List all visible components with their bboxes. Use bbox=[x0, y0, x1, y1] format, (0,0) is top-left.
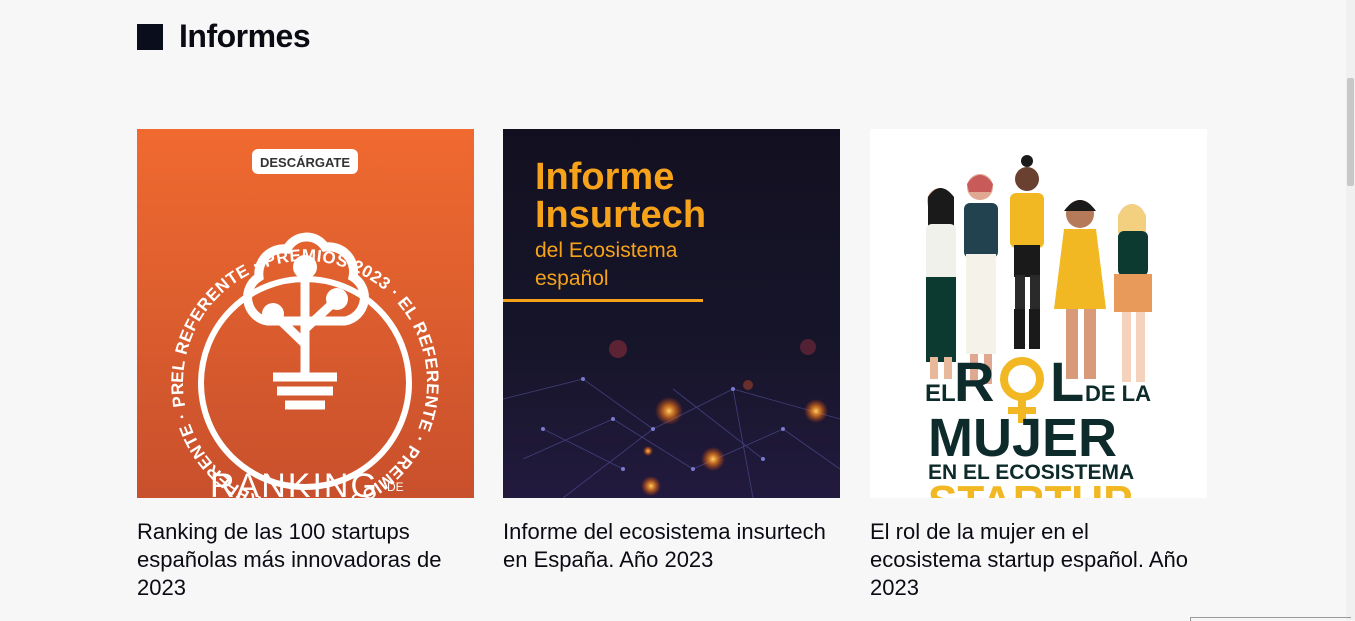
glow-light bbox=[701, 447, 725, 471]
cover-word-r: R bbox=[954, 350, 994, 413]
cover-word-el: EL bbox=[925, 380, 956, 407]
cover-subheading-1: del Ecosistema bbox=[535, 239, 678, 262]
cover-heading-insurtech: Insurtech bbox=[535, 194, 706, 236]
cover-subheading-2: español bbox=[535, 267, 609, 290]
insurtech-cover-image[interactable]: Informe Insurtech del Ecosistema español bbox=[503, 129, 840, 498]
glow-light bbox=[655, 397, 683, 425]
node-dot-left bbox=[262, 303, 284, 325]
node-dot-top bbox=[293, 255, 317, 279]
corner-frame bbox=[1190, 617, 1351, 621]
cover-heading-informe: Informe bbox=[535, 156, 674, 198]
report-card-mujer[interactable]: EL R L DE LA MUJER EN EL ECOSISTEMA STAR… bbox=[870, 129, 1207, 602]
ranking-cover-de: DE bbox=[387, 480, 404, 494]
ranking-cover-image[interactable]: DESCÁRGATE EL REFERENTE · PREMIOS 2023 ·… bbox=[137, 129, 474, 498]
card-title[interactable]: El rol de la mujer en el ecosistema star… bbox=[870, 518, 1205, 602]
vertical-scrollbar[interactable] bbox=[1346, 0, 1355, 620]
ranking-cover-word: RANKING bbox=[210, 467, 379, 498]
cover-accent-line bbox=[503, 299, 703, 302]
scrollbar-thumb[interactable] bbox=[1347, 78, 1354, 186]
download-badge-label: DESCÁRGATE bbox=[260, 155, 350, 170]
cover-word-startup: STARTUP bbox=[928, 477, 1133, 498]
glow-light bbox=[804, 399, 828, 423]
glow-light bbox=[643, 446, 653, 456]
card-title[interactable]: Informe del ecosistema insurtech en Espa… bbox=[503, 518, 838, 574]
report-card-insurtech[interactable]: Informe Insurtech del Ecosistema español… bbox=[503, 129, 840, 574]
report-card-ranking[interactable]: DESCÁRGATE EL REFERENTE · PREMIOS 2023 ·… bbox=[137, 129, 474, 602]
bokeh-light bbox=[743, 380, 753, 390]
section-title: Informes bbox=[179, 18, 311, 54]
section-square-icon bbox=[137, 23, 163, 50]
glow-light bbox=[641, 476, 661, 496]
cover-word-l: L bbox=[1050, 350, 1084, 413]
cover-word-mujer: MUJER bbox=[928, 408, 1117, 468]
mujer-cover-image[interactable]: EL R L DE LA MUJER EN EL ECOSISTEMA STAR… bbox=[870, 129, 1207, 498]
section-header: Informes bbox=[137, 18, 311, 55]
bokeh-light bbox=[800, 339, 816, 355]
card-title[interactable]: Ranking de las 100 startups españolas má… bbox=[137, 518, 472, 602]
cover-word-dela: DE LA bbox=[1085, 381, 1151, 406]
node-dot-right bbox=[326, 288, 348, 310]
bokeh-light bbox=[609, 340, 627, 358]
